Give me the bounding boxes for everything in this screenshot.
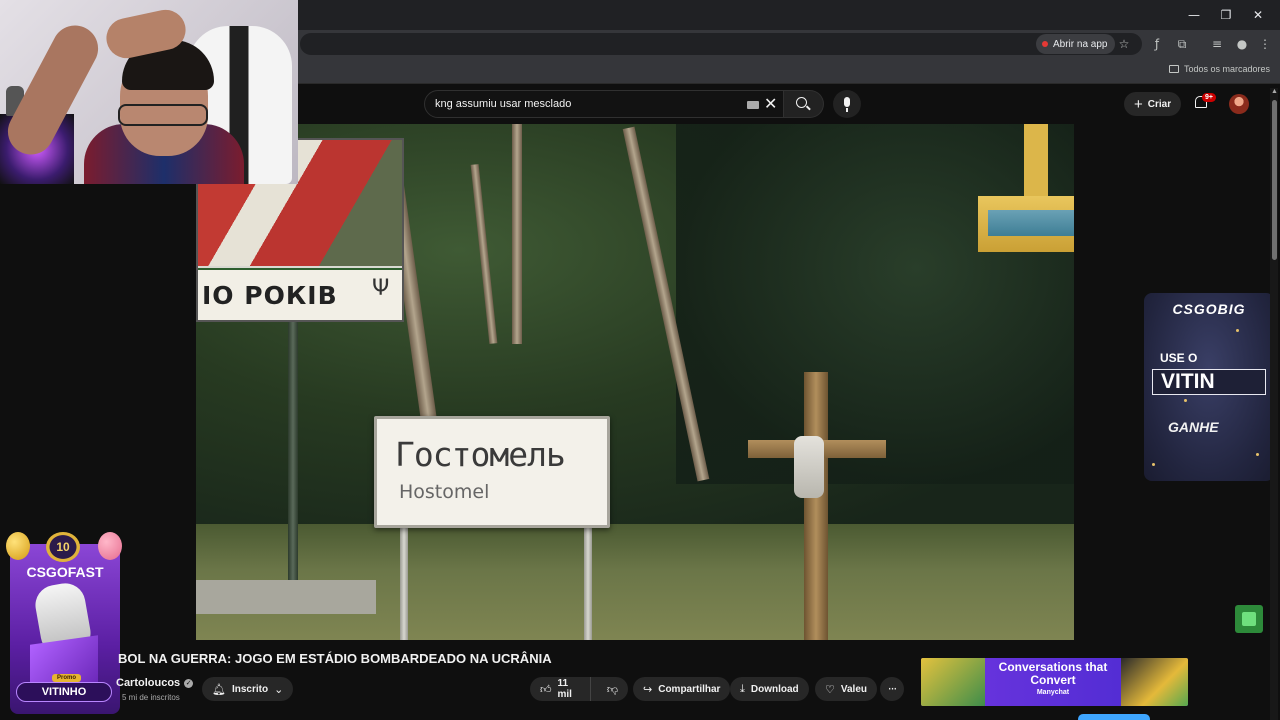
city-name-latin: Hostomel — [399, 481, 490, 503]
manychat-headline: Conversations that Convert — [998, 660, 1108, 687]
video-title: BOL NA GUERRA: JOGO EM ESTÁDIO BOMBARDEA… — [118, 651, 552, 666]
app-dot-icon — [1042, 41, 1048, 47]
sign-leg — [584, 528, 592, 640]
promo-tag: Promo — [52, 674, 82, 682]
thumbs-up-icon: 👍︎ — [540, 682, 552, 696]
channel-name[interactable]: Cartoloucos ✓ — [116, 677, 194, 689]
bell-icon: 🔔︎ — [212, 682, 226, 696]
video-player[interactable]: IO РОКІВ Ψ Гостомель Hostomel — [196, 124, 1074, 640]
yellow-sign-post — [1024, 124, 1048, 196]
sign-leg — [400, 528, 408, 640]
like-button[interactable]: 👍︎ 11 mil — [530, 677, 591, 701]
ad-photo — [921, 658, 985, 706]
voice-search-button[interactable] — [833, 90, 861, 118]
streamer-webcam — [0, 0, 298, 184]
open-in-app-button[interactable]: Abrir na app — [1036, 34, 1116, 54]
manychat-ad[interactable]: Conversations that Convert Manychat — [921, 658, 1188, 706]
dislike-button[interactable]: 👎︎ — [597, 677, 628, 701]
coin-icon — [1256, 453, 1259, 456]
window-controls: — ❐ ✕ — [1180, 4, 1272, 26]
mic-icon — [844, 97, 850, 112]
like-dislike-group: 👍︎ 11 mil 👎︎ — [530, 677, 628, 701]
download-button[interactable]: ⤓ Download — [730, 677, 809, 701]
ad-photo — [1121, 658, 1188, 706]
csgofast-ad[interactable]: 10 CSGOFAST Promo VITINHO — [0, 528, 128, 720]
star-icon[interactable]: ☆ — [1115, 35, 1133, 53]
cloth-on-cross — [794, 436, 824, 498]
manychat-brand: Manychat — [1036, 689, 1070, 696]
media-queue-icon[interactable]: ≡ — [1208, 35, 1226, 53]
tree-trunk — [512, 124, 522, 344]
all-bookmarks[interactable]: Todos os marcadores — [1168, 64, 1270, 74]
csgobig-use-label: USE O — [1160, 351, 1198, 365]
menu-kebab-icon[interactable]: ⋮ — [1256, 35, 1274, 53]
ad-cta-button[interactable] — [1078, 714, 1150, 720]
csgobig-ad[interactable]: CSGOBIG USE O VITIN GANHE — [1144, 293, 1274, 481]
streamer-glasses — [118, 104, 208, 126]
billboard-pole — [288, 322, 298, 584]
yellow-sign — [978, 196, 1074, 252]
share-icon: ↪ — [643, 682, 653, 696]
puzzle-icon[interactable]: ⧉ — [1173, 35, 1191, 53]
thumbs-down-icon: 👎︎ — [606, 682, 618, 696]
coin-icon — [1152, 463, 1155, 466]
close-icon[interactable]: ✕ — [1244, 4, 1272, 26]
balloon-icon — [98, 532, 122, 560]
profile-icon[interactable]: ● — [1233, 35, 1251, 53]
keyboard-icon[interactable] — [747, 101, 759, 109]
folder-icon — [1168, 65, 1179, 73]
search-icon — [796, 97, 807, 108]
chevron-down-icon: ⌄ — [274, 682, 284, 696]
coin-icon — [1236, 329, 1239, 332]
subscribed-button[interactable]: 🔔︎ Inscrito ⌄ — [202, 677, 294, 701]
create-label: Criar — [1147, 98, 1172, 110]
notification-badge: 9+ — [1202, 93, 1216, 102]
more-actions-button[interactable]: ··· — [880, 677, 904, 701]
trident-icon: Ψ — [372, 276, 390, 301]
csgobig-logo: CSGOBIG — [1172, 301, 1246, 317]
verified-check-icon: ✓ — [184, 678, 194, 688]
extension-f-icon[interactable]: ƒ — [1148, 35, 1166, 53]
forest-shadow — [676, 124, 1074, 484]
balloon-icon — [6, 532, 30, 560]
subscribed-label: Inscrito — [231, 683, 269, 695]
channel-name-label: Cartoloucos — [116, 677, 181, 689]
share-button[interactable]: ↪ Compartilhar — [633, 677, 731, 701]
subscriber-count: 5 mi de inscritos — [122, 693, 180, 702]
thanks-label: Valeu — [840, 683, 868, 695]
plus-icon: + — [1134, 95, 1143, 113]
like-count: 11 mil — [557, 678, 572, 700]
scrollbar-thumb[interactable] — [1272, 100, 1277, 260]
search-button[interactable] — [784, 90, 824, 118]
address-bar[interactable] — [300, 33, 1142, 55]
scroll-up-icon[interactable]: ▲ — [1271, 88, 1278, 95]
minimize-icon[interactable]: — — [1180, 4, 1208, 26]
concrete-base — [196, 580, 376, 614]
city-sign: Гостомель Hostomel — [374, 416, 610, 528]
search-input[interactable] — [435, 98, 735, 110]
coin-icon — [1184, 399, 1187, 402]
all-bookmarks-label: Todos os marcadores — [1183, 64, 1270, 74]
wooden-cross — [804, 372, 828, 640]
restore-icon[interactable]: ❐ — [1212, 4, 1240, 26]
csgobig-reward-label: GANHE — [1168, 419, 1219, 435]
heart-dollar-icon: ♡ — [825, 682, 835, 696]
download-icon: ⤓ — [740, 682, 745, 695]
yellow-sign-panel — [988, 210, 1074, 236]
thanks-button[interactable]: ♡ Valeu — [815, 677, 878, 701]
download-label: Download — [750, 683, 799, 695]
create-button[interactable]: + Criar — [1124, 92, 1182, 116]
city-name-cyrillic: Гостомель — [395, 435, 566, 474]
clear-search-icon[interactable]: ✕ — [764, 94, 777, 114]
anniversary-badge: 10 — [46, 532, 80, 562]
share-label: Compartilhar — [658, 683, 721, 695]
avatar[interactable] — [1229, 94, 1249, 114]
extension-overlay-icon[interactable] — [1235, 605, 1263, 633]
csgofast-title: CSGOFAST — [26, 564, 104, 580]
csgobig-code: VITIN — [1152, 369, 1266, 395]
screen: — ❐ ✕ Abrir na app ☆ ƒ ⧉ ≡ ● ⋮ Todos os … — [0, 0, 1280, 720]
promo-code: VITINHO — [16, 682, 112, 702]
search-box: ✕ — [424, 90, 784, 118]
open-in-app-label: Abrir na app — [1053, 38, 1108, 50]
